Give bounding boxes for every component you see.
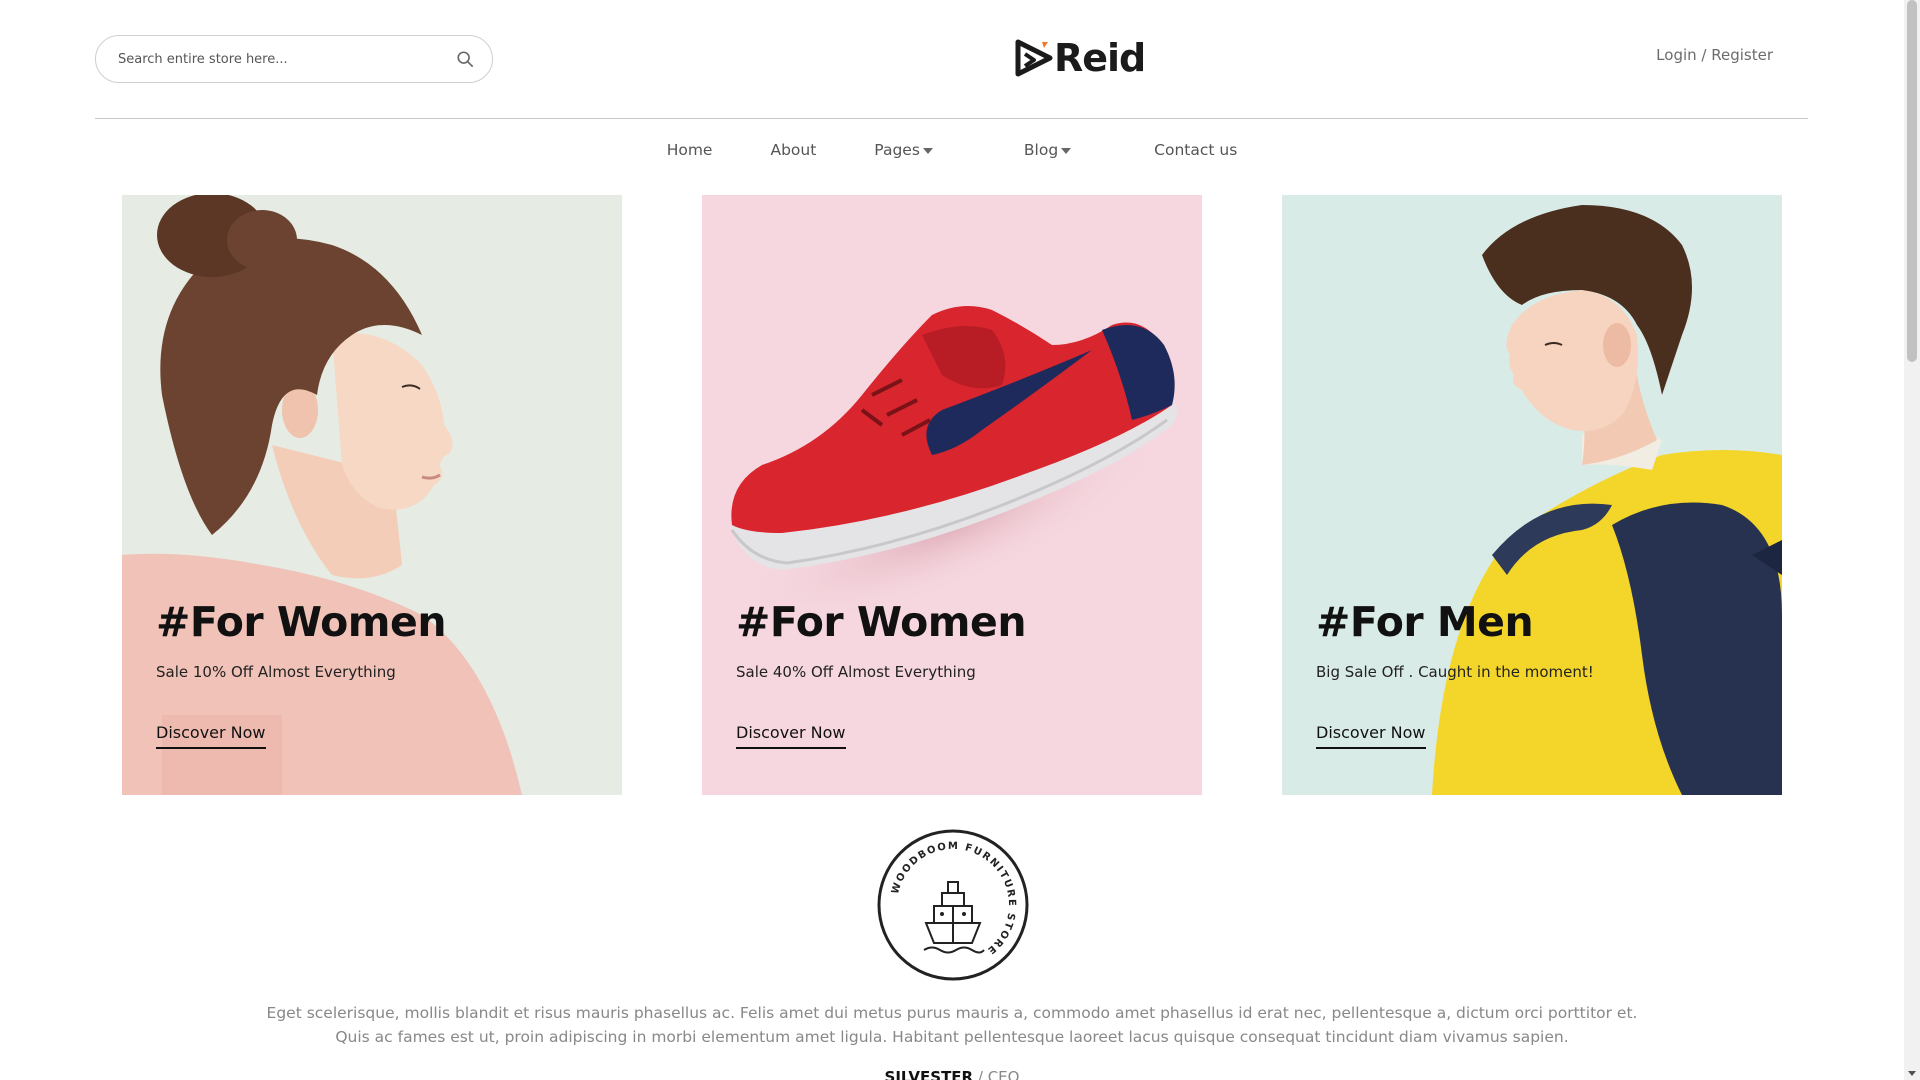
vertical-scrollbar[interactable] [1904, 0, 1920, 1080]
nav-item-about[interactable]: About [770, 141, 816, 159]
login-link[interactable]: Login [1656, 46, 1696, 64]
nav-item-pages[interactable]: Pages [874, 141, 933, 159]
scroll-down-arrow-icon[interactable] [1908, 1071, 1916, 1076]
page: Reid Login / Register Home About Pages B… [0, 0, 1920, 1080]
quote-line-1: Eget scelerisque, mollis blandit et risu… [266, 1004, 1638, 1022]
author-name: SILVESTER [884, 1068, 974, 1080]
nav-label: Contact us [1154, 141, 1238, 159]
banner-title: #For Women [736, 598, 1027, 646]
search-input[interactable] [116, 50, 456, 68]
banner-title: #For Men [1316, 598, 1534, 646]
banner-content: #For Women Sale 40% Off Almost Everythin… [736, 598, 1027, 750]
nav-label: Home [666, 141, 713, 159]
discover-now-link[interactable]: Discover Now [156, 723, 266, 750]
author-separator: / [973, 1068, 988, 1080]
banner-title: #For Women [156, 598, 447, 646]
header-divider [95, 118, 1808, 119]
banner-women-1[interactable]: #For Women Sale 10% Off Almost Everythin… [122, 195, 622, 795]
scrollbar-thumb[interactable] [1907, 0, 1917, 362]
nav-item-contact[interactable]: Contact us [1154, 141, 1237, 159]
banner-men[interactable]: #For Men Big Sale Off . Caught in the mo… [1282, 195, 1782, 795]
account-links: Login / Register [1656, 46, 1773, 64]
banner-content: #For Men Big Sale Off . Caught in the mo… [1316, 598, 1594, 750]
banner-subtitle: Sale 40% Off Almost Everything [736, 663, 976, 682]
author-role: CEO [987, 1068, 1020, 1080]
main-nav: Home About Pages Blog Contact us [0, 141, 1904, 159]
search-box[interactable] [95, 35, 493, 83]
discover-now-link[interactable]: Discover Now [736, 723, 846, 750]
testimonial-author: SILVESTER / CEO [0, 1068, 1904, 1080]
banner-subtitle: Sale 10% Off Almost Everything [156, 663, 396, 682]
nav-label: About [770, 141, 817, 159]
play-logo-icon [1015, 39, 1053, 77]
discover-now-link[interactable]: Discover Now [1316, 723, 1426, 750]
nav-label: Pages [874, 141, 920, 159]
nav-item-home[interactable]: Home [667, 141, 713, 159]
banner-women-2[interactable]: #For Women Sale 40% Off Almost Everythin… [702, 195, 1202, 795]
nav-item-blog[interactable]: Blog [1023, 141, 1072, 159]
search-icon[interactable] [456, 50, 474, 68]
banner-content: #For Women Sale 10% Off Almost Everythin… [156, 598, 447, 750]
register-link[interactable]: Register [1711, 46, 1773, 64]
testimonial-quote: Eget scelerisque, mollis blandit et risu… [220, 1001, 1684, 1049]
caret-down-icon [922, 148, 933, 154]
account-separator: / [1696, 46, 1712, 64]
store-badge-logo: WOODBOOM FURNITURE STORE [877, 829, 1029, 981]
logo[interactable]: Reid [1014, 36, 1146, 80]
caret-down-icon [1061, 148, 1072, 154]
quote-line-2: Quis ac fames est ut, proin adipiscing i… [335, 1028, 1569, 1046]
banner-subtitle: Big Sale Off . Caught in the moment! [1316, 663, 1594, 682]
nav-label: Blog [1023, 141, 1059, 159]
logo-text: Reid [1054, 36, 1146, 80]
